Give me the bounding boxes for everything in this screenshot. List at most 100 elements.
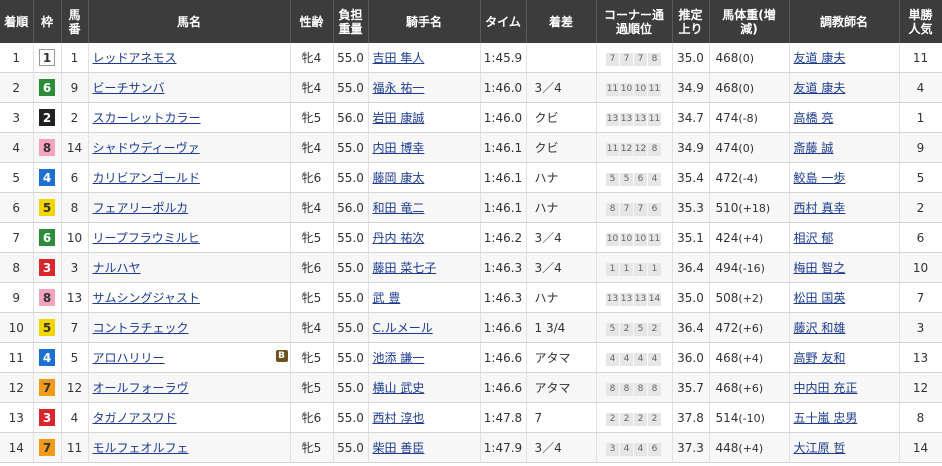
horse-name-link[interactable]: サムシングジャスト [93,291,200,305]
jockey-link[interactable]: 柴田 善臣 [373,441,425,455]
jockey-link[interactable]: 和田 竜二 [373,201,425,215]
last-3f: 34.9 [672,72,710,103]
horse-name-link[interactable]: オールフォーラヴ [93,381,189,395]
horse-name-link[interactable]: シャドウディーヴァ [93,141,200,155]
trainer-link[interactable]: 松田 国英 [794,291,846,305]
trainer-link[interactable]: 高橋 亮 [794,111,834,125]
rank: 6 [0,192,34,223]
sex-age: 牝5 [290,102,334,133]
waku-cell: 5 [33,312,62,343]
jockey-link[interactable]: 横山 武史 [373,381,425,395]
trainer-link[interactable]: 梅田 智之 [794,261,846,275]
last-3f: 35.0 [672,43,710,73]
jockey-link[interactable]: 池添 謙一 [373,351,425,365]
trainer-link[interactable]: 高野 友和 [794,351,846,365]
body-weight-diff: (-10) [738,411,765,425]
margin: アタマ [526,372,597,403]
horse-name-link[interactable]: アロハリリー [93,351,165,365]
jockey-cell: 吉田 隼人 [368,43,481,73]
popularity: 2 [899,192,942,223]
corner-position: 8 [634,382,647,396]
trainer-cell: 西村 真幸 [789,192,900,223]
corner-position: 11 [606,142,619,156]
last-3f: 35.0 [672,282,710,313]
jockey-link[interactable]: 丹内 祐次 [373,231,425,245]
horse-number: 11 [61,432,89,463]
corner-position: 12 [634,142,647,156]
jockey-cell: 西村 淳也 [368,402,481,433]
jockey-link[interactable]: 内田 博幸 [373,141,425,155]
horse-name-link[interactable]: スカーレットカラー [93,111,201,125]
margin: ハナ [526,192,597,223]
table-row: 5 4 6 カリビアンゴールド 牝6 55.0 藤岡 康太 1:46.1 ハナ 5 5 6 4 35.4 4… [0,162,942,193]
horse-number: 10 [61,222,89,253]
corner-positions: 1111 [596,252,673,283]
finish-time: 1:46.1 [480,162,527,193]
jockey-link[interactable]: 吉田 隼人 [373,51,425,65]
jockey-link[interactable]: 西村 淳也 [373,411,425,425]
jockey-cell: 丹内 祐次 [368,222,481,253]
horse-name-link[interactable]: モルフェオルフェ [93,441,189,455]
last-3f: 37.3 [672,432,710,463]
body-weight: 474 [715,140,739,155]
corner-position: 7 [606,52,619,66]
margin: 3／4 [526,222,597,253]
corner-position: 1 [634,262,647,276]
body-weight-cell: 474(0) [709,132,790,163]
trainer-link[interactable]: 西村 真幸 [794,201,846,215]
horse-name-link[interactable]: ナルハヤ [93,261,141,275]
horse-name-cell: カリビアンゴールド [88,162,291,193]
corner-position: 5 [634,322,647,336]
carried-weight: 55.0 [333,402,369,433]
horse-name-cell: モルフェオルフェ [88,432,291,463]
corner-positions: 8776 [596,192,673,223]
trainer-link[interactable]: 友道 康夫 [794,81,846,95]
trainer-link[interactable]: 友道 康夫 [794,51,846,65]
corner-position: 10 [620,82,633,96]
trainer-cell: 鮫島 一歩 [789,162,900,193]
table-row: 12 7 12 オールフォーラヴ 牝5 55.0 横山 武史 1:46.6 アタマ 8 8 8 8 35.… [0,372,942,403]
horse-name-link[interactable]: カリビアンゴールド [93,171,201,185]
rank: 8 [0,252,34,283]
margin: 7 [526,402,597,433]
trainer-link[interactable]: 五十嵐 忠男 [794,411,858,425]
margin: アタマ [526,342,597,373]
trainer-link[interactable]: 大江原 哲 [794,441,846,455]
horse-name-link[interactable]: ビーチサンバ [93,81,165,95]
trainer-link[interactable]: 中内田 充正 [794,381,858,395]
table-row: 6 5 8 フェアリーポルカ 牝4 56.0 和田 竜二 1:46.1 ハナ 8 7 7 6 35.3 51… [0,192,942,223]
jockey-link[interactable]: 福永 祐一 [373,81,425,95]
jockey-link[interactable]: 岩田 康誠 [373,111,425,125]
trainer-link[interactable]: 鮫島 一歩 [794,171,846,185]
jockey-link[interactable]: C.ルメール [373,321,433,335]
trainer-link[interactable]: 相沢 郁 [794,231,834,245]
waku-cell: 8 [33,132,62,163]
corner-positions: 11 10 10 11 [596,72,673,103]
table-row: 3 2 2 スカーレットカラー 牝5 56.0 岩田 康誠 1:46.0 クビ 13 13 13 11 3… [0,102,942,133]
jockey-cell: 武 豊 [368,282,481,313]
trainer-link[interactable]: 斎藤 誠 [794,141,834,155]
body-weight: 468 [715,350,739,365]
corner-position: 8 [606,382,619,396]
horse-name-cell: オールフォーラヴ [88,372,291,403]
horse-name-link[interactable]: コントラチェック [93,321,189,335]
waku-badge: 5 [39,319,55,336]
waku-badge: 5 [39,199,55,216]
trainer-link[interactable]: 藤沢 和雄 [794,321,846,335]
jockey-link[interactable]: 藤田 菜七子 [373,261,437,275]
horse-name-link[interactable]: タガノアスワド [93,411,177,425]
horse-name-link[interactable]: フェアリーポルカ [93,201,189,215]
last-3f: 37.8 [672,402,710,433]
last-3f: 34.7 [672,102,710,133]
horse-number: 9 [61,72,89,103]
waku-cell: 3 [33,402,62,433]
jockey-link[interactable]: 武 豊 [373,291,401,305]
horse-name-link[interactable]: レッドアネモス [93,51,177,65]
corner-position: 5 [606,322,619,336]
last-3f: 35.4 [672,162,710,193]
corner-position: 13 [606,292,619,306]
horse-name-link[interactable]: リープフラウミルヒ [93,231,200,245]
jockey-link[interactable]: 藤岡 康太 [373,171,425,185]
col-popularity: 単勝人気 [899,0,942,43]
col-horse: 馬名 [88,0,291,43]
